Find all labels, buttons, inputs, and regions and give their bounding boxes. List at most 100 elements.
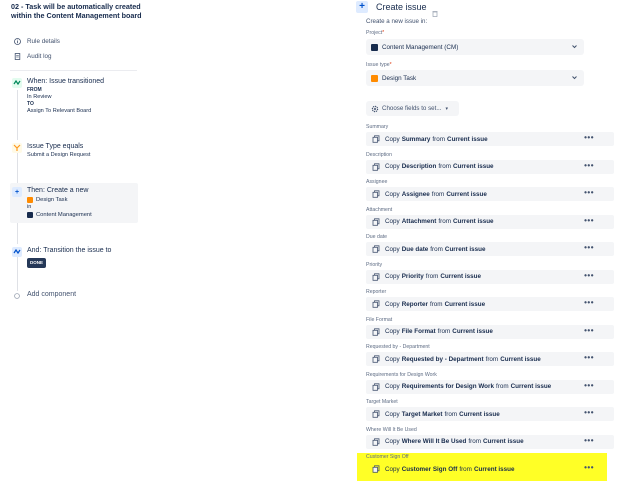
copy-field-row[interactable]: Copy Requested by - Department from Current… xyxy=(366,352,614,366)
copy-word: Copy xyxy=(385,355,400,363)
panel-header: + Create issue xyxy=(356,1,438,17)
field-name: Target Market xyxy=(401,410,443,418)
transition-title: And: Transition the issue to xyxy=(27,247,112,254)
choose-fields-button[interactable]: Choose fields to set... ▾ xyxy=(366,101,459,116)
chevron-down-icon xyxy=(571,74,578,83)
field-name: Priority xyxy=(401,273,424,280)
copy-icon xyxy=(372,465,380,473)
in-label: in xyxy=(27,204,32,210)
copy-icon xyxy=(372,382,380,391)
current-issue: Current issue xyxy=(452,163,494,170)
copy-field-row[interactable]: Copy Due date from Current issue ••• xyxy=(366,242,614,256)
trash-icon[interactable] xyxy=(432,4,438,17)
design-task-icon xyxy=(27,197,33,203)
field-name: Where Will It Be Used xyxy=(401,438,467,445)
copy-word: Copy xyxy=(385,465,400,473)
copy-field-row[interactable]: Copy Summary from Current issue ••• xyxy=(366,132,614,146)
info-icon xyxy=(14,38,21,45)
panel-subtitle: Create a new issue in: xyxy=(366,18,428,25)
more-actions-icon[interactable]: ••• xyxy=(584,216,594,225)
current-issue: Current issue xyxy=(446,190,487,198)
field-name: Assignee xyxy=(401,190,430,198)
from-word: from xyxy=(495,383,509,390)
copy-field-row[interactable]: Copy Target Market from Current issue ••• xyxy=(366,407,614,421)
copy-icon xyxy=(372,135,380,143)
more-actions-icon[interactable]: ••• xyxy=(584,161,594,170)
field-label: Where Will It Be Used xyxy=(366,426,417,433)
issue-type-select[interactable]: Design Task xyxy=(366,70,584,86)
field-name: Description xyxy=(401,163,437,170)
more-actions-icon[interactable]: ••• xyxy=(584,243,594,252)
field-label: Target Market xyxy=(366,399,398,405)
add-component-button[interactable]: Add component xyxy=(12,290,138,300)
from-word: from xyxy=(431,190,445,198)
copy-word: Copy xyxy=(385,438,400,445)
condition-icon xyxy=(12,143,22,153)
field-name: Due date xyxy=(401,245,429,253)
field-name: File Format xyxy=(401,328,436,335)
to-value: Assign To Relevant Board xyxy=(27,108,92,114)
done-status-badge: DONE xyxy=(27,258,47,268)
copy-field-row[interactable]: Copy Reporter from Current issue ••• xyxy=(366,297,614,311)
more-actions-icon[interactable]: ••• xyxy=(584,381,594,390)
nav-audit-log[interactable]: Audit log xyxy=(14,53,52,60)
copy-field-row[interactable]: Copy Customer Sign Off from Current issue ••… xyxy=(366,462,614,476)
chevron-down-icon: ▾ xyxy=(445,105,449,112)
current-issue: Current issue xyxy=(444,300,486,308)
plus-icon: + xyxy=(12,187,22,197)
field-label: Description xyxy=(366,151,392,158)
project-icon xyxy=(27,212,33,218)
from-word: from xyxy=(437,328,451,335)
from-word: from xyxy=(425,273,439,280)
more-actions-icon[interactable]: ••• xyxy=(584,463,594,472)
current-issue: Current issue xyxy=(447,135,488,143)
field-label: Assignee xyxy=(366,179,388,185)
from-word: from xyxy=(485,355,499,363)
more-actions-icon[interactable]: ••• xyxy=(584,408,594,417)
more-actions-icon[interactable]: ••• xyxy=(584,353,594,362)
more-actions-icon[interactable]: ••• xyxy=(584,271,594,280)
copy-field-row[interactable]: Copy Attachment from Current issue ••• xyxy=(366,214,614,229)
trigger-title: When: Issue transitioned xyxy=(27,78,105,85)
from-word: from xyxy=(468,438,481,445)
copy-icon xyxy=(372,217,380,226)
add-component-label: Add component xyxy=(27,291,77,298)
copy-field-row[interactable]: Copy Assignee from Current issue ••• xyxy=(366,187,614,201)
issue-type-select-value: Design Task xyxy=(382,74,417,82)
field-label: Reporter xyxy=(366,289,387,295)
chevron-down-icon xyxy=(571,43,578,52)
more-actions-icon[interactable]: ••• xyxy=(584,326,594,335)
more-actions-icon[interactable]: ••• xyxy=(584,436,594,445)
more-actions-icon[interactable]: ••• xyxy=(584,133,594,142)
nav-rule-details[interactable]: Rule details xyxy=(14,38,60,45)
current-issue: Current issue xyxy=(500,355,541,363)
copy-field-row[interactable]: Copy File Format from Current issue ••• xyxy=(366,324,614,339)
create-issue-step[interactable]: + Then: Create a new Design Task in Cont… xyxy=(12,186,138,219)
from-label: FROM xyxy=(27,87,42,93)
transition-step[interactable]: And: Transition the issue to DONE xyxy=(12,246,138,268)
copy-field-row[interactable]: Copy Where Will It Be Used from Current iss… xyxy=(366,434,614,449)
copy-icon xyxy=(372,190,380,198)
to-label: TO xyxy=(27,101,34,107)
field-name: Requested by - Department xyxy=(401,355,484,363)
copy-field-row[interactable]: Copy Description from Current issue ••• xyxy=(366,159,614,174)
trigger-step[interactable]: When: Issue transitioned FROM In Review … xyxy=(12,77,138,115)
create-issue-panel: + Create issue Create a new issue in: Pr… xyxy=(356,0,618,483)
transition-icon xyxy=(12,247,22,257)
current-issue: Current issue xyxy=(459,410,500,418)
current-issue: Current issue xyxy=(440,273,481,280)
copy-word: Copy xyxy=(385,245,400,253)
project-select-value: Content Management (CM) xyxy=(382,43,459,51)
copy-word: Copy xyxy=(385,410,400,418)
copy-icon xyxy=(372,410,380,418)
current-issue: Current issue xyxy=(483,438,524,445)
field-label: Priority xyxy=(366,261,383,268)
from-value: In Review xyxy=(27,94,52,100)
condition-step[interactable]: Issue Type equals Submit a Design Reques… xyxy=(12,142,138,159)
more-actions-icon[interactable]: ••• xyxy=(584,298,594,307)
copy-field-row[interactable]: Copy Priority from Current issue ••• xyxy=(366,269,614,284)
project-select[interactable]: Content Management (CM) xyxy=(366,39,584,55)
more-actions-icon[interactable]: ••• xyxy=(584,188,594,197)
project-row: Content Management xyxy=(27,211,138,219)
copy-field-row[interactable]: Copy Requirements for Design Work from Curr… xyxy=(366,379,614,394)
